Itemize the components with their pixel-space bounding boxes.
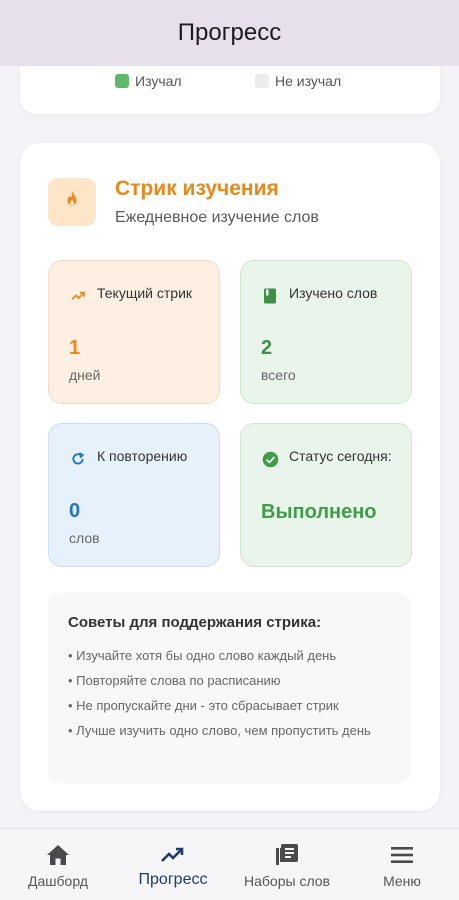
streak-card: Стрик изучения Ежедневное изучение слов …: [20, 143, 440, 811]
stat-to-review: К повторению 0 слов: [48, 423, 220, 567]
stat-learned-words-value: 2: [261, 337, 273, 359]
stat-to-review-label: К повторению: [97, 448, 188, 464]
refresh-icon: [69, 450, 87, 468]
tip-item: • Лучше изучить одно слово, чем пропусти…: [68, 723, 371, 738]
legend-not-studied: Не изучал: [255, 73, 341, 89]
stat-current-streak: Текущий стрик 1 дней: [48, 260, 220, 404]
stat-current-streak-unit: дней: [69, 367, 101, 383]
streak-icon-box: [48, 178, 96, 226]
legend-not-studied-label: Не изучал: [275, 73, 342, 89]
tip-item: • Повторяйте слова по расписанию: [68, 673, 281, 688]
tips-title: Советы для поддержания стрика:: [68, 614, 322, 631]
streak-tips: Советы для поддержания стрика: • Изучайт…: [48, 593, 411, 783]
stat-to-review-value: 0: [69, 500, 81, 522]
book-icon: [261, 287, 279, 305]
legend-studied-swatch: [115, 74, 129, 88]
library-icon: [275, 843, 299, 867]
nav-item-word-sets[interactable]: Наборы слов: [235, 829, 339, 900]
home-icon: [46, 843, 70, 867]
calendar-legend-card: Изучал Не изучал: [20, 66, 440, 114]
menu-icon: [390, 843, 414, 867]
nav-item-dashboard[interactable]: Дашборд: [17, 829, 99, 900]
streak-subtitle: Ежедневное изучение слов: [115, 209, 319, 226]
stat-current-streak-label: Текущий стрик: [97, 285, 193, 301]
stat-learned-words-label: Изучено слов: [289, 285, 378, 301]
stat-status-today: Статус сегодня: Выполнено: [240, 423, 412, 567]
scroll-content[interactable]: Изучал Не изучал Стрик изучения Ежедневн…: [0, 66, 459, 828]
tips-list: • Изучайте хотя бы одно слово каждый ден…: [68, 646, 398, 746]
stat-learned-words: Изучено слов 2 всего: [240, 260, 412, 404]
streak-title: Стрик изучения: [115, 177, 279, 200]
trending-up-icon: [69, 287, 87, 305]
stat-to-review-unit: слов: [69, 530, 100, 546]
legend-not-studied-swatch: [255, 74, 269, 88]
nav-item-menu[interactable]: Меню: [364, 829, 440, 900]
tip-item: • Не пропускайте дни - это сбрасывает ст…: [68, 698, 339, 713]
check-circle-icon: [261, 450, 279, 468]
stat-learned-words-unit: всего: [261, 367, 296, 383]
nav-label-progress: Прогресс: [138, 871, 208, 888]
legend-studied-label: Изучал: [135, 73, 182, 89]
nav-label-dashboard: Дашборд: [28, 873, 88, 889]
stat-status-today-value: Выполнено: [261, 501, 377, 523]
tip-item: • Изучайте хотя бы одно слово каждый ден…: [68, 648, 337, 663]
nav-label-menu: Меню: [383, 873, 421, 889]
legend-studied: Изучал: [115, 73, 182, 89]
page-title: Прогресс: [177, 19, 282, 46]
nav-label-word-sets: Наборы слов: [244, 873, 330, 889]
nav-item-progress[interactable]: Прогресс: [127, 829, 219, 900]
stat-status-today-label: Статус сегодня:: [289, 448, 392, 464]
fire-icon: [61, 189, 83, 216]
app-bar: Прогресс: [0, 0, 459, 66]
bottom-navigation: Дашборд Прогресс Наборы слов Меню: [0, 828, 459, 900]
stat-current-streak-value: 1: [69, 337, 81, 359]
trending-up-icon: [160, 843, 186, 867]
